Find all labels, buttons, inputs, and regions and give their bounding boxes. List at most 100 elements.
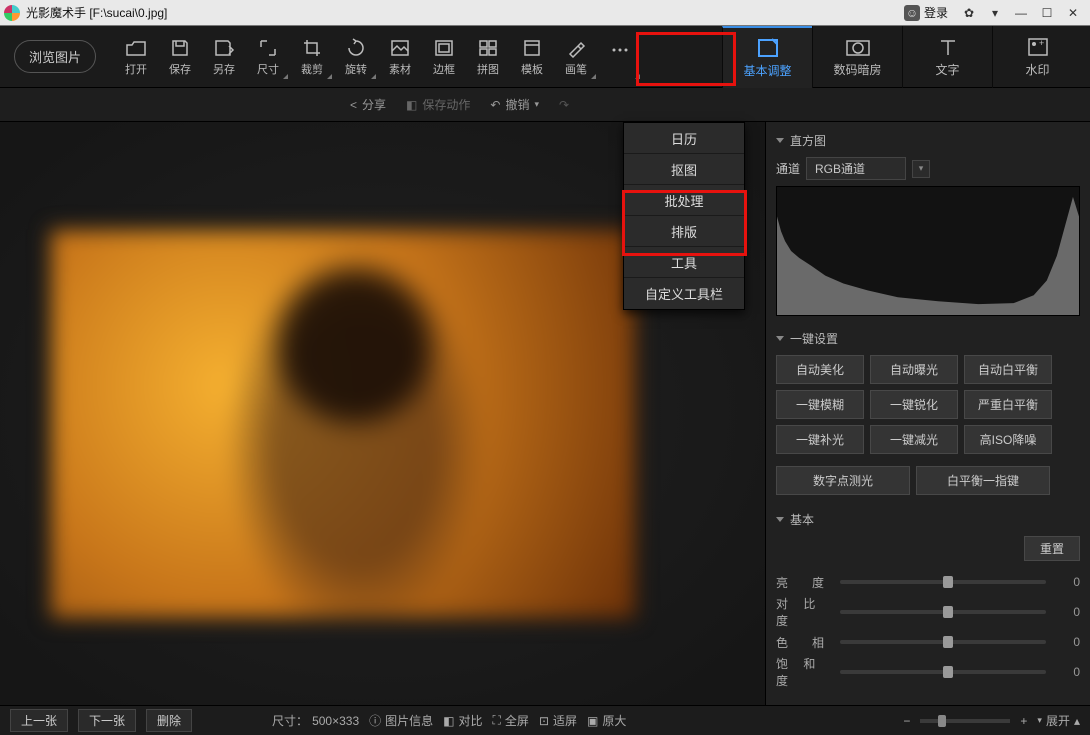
image-info-button[interactable]: ⓘ图片信息 (369, 712, 433, 729)
compare-icon: ◧ (443, 714, 454, 728)
chevron-up-icon: ▴ (1074, 714, 1080, 728)
fit-button[interactable]: ⊡适屏 (539, 712, 577, 729)
menu-batch[interactable]: 批处理 (624, 185, 744, 216)
expand-button[interactable]: ▾展开▴ (1037, 712, 1080, 729)
save-action-button[interactable]: ◧保存动作 (406, 96, 470, 113)
browse-button[interactable]: 浏览图片 (14, 40, 96, 73)
basic-header[interactable]: 基本 (776, 511, 1080, 528)
slider-thumb[interactable] (943, 576, 953, 588)
close-icon[interactable]: ✕ (1060, 3, 1086, 23)
btn-spot-meter[interactable]: 数字点测光 (776, 466, 910, 495)
slider-track[interactable] (840, 670, 1046, 674)
image-canvas[interactable] (50, 229, 636, 619)
tool-more[interactable]: ... (598, 29, 642, 85)
btn-auto-wb[interactable]: 自动白平衡 (964, 355, 1052, 384)
slider-thumb[interactable] (943, 666, 953, 678)
svg-text:+: + (1039, 38, 1044, 48)
slider-track[interactable] (840, 610, 1046, 614)
menu-layout[interactable]: 排版 (624, 216, 744, 247)
reset-button[interactable]: 重置 (1024, 536, 1080, 561)
login-label: 登录 (924, 4, 948, 21)
menu-calendar[interactable]: 日历 (624, 123, 744, 154)
btn-severe-wb[interactable]: 严重白平衡 (964, 390, 1052, 419)
tool-frame[interactable]: 边框 (422, 29, 466, 85)
slider-value: 0 (1056, 605, 1080, 619)
slider-thumb[interactable] (943, 636, 953, 648)
tool-brush[interactable]: 画笔 (554, 29, 598, 85)
share-button[interactable]: <分享 (350, 96, 386, 113)
zoom-out-button[interactable]: − (903, 714, 910, 728)
main-toolbar: 浏览图片 打开 保存 另存 尺寸 裁剪 旋转 素材 边框 拼图 模板 画笔 (0, 26, 1090, 88)
app-logo-icon (4, 5, 20, 21)
dropdown-icon[interactable]: ▾ (982, 3, 1008, 23)
btn-wb-onekey[interactable]: 白平衡一指键 (916, 466, 1050, 495)
settings-icon[interactable]: ✿ (956, 3, 982, 23)
zoom-slider[interactable] (920, 719, 1010, 723)
menu-tools[interactable]: 工具 (624, 247, 744, 278)
quickset-grid: 自动美化 自动曝光 自动白平衡 一键模糊 一键锐化 严重白平衡 一键补光 一键减… (776, 355, 1080, 454)
slider-thumb[interactable] (943, 606, 953, 618)
btn-oneclick-sharpen[interactable]: 一键锐化 (870, 390, 958, 419)
btn-reduce-light[interactable]: 一键减光 (870, 425, 958, 454)
tool-size[interactable]: 尺寸 (246, 29, 290, 85)
slider-0: 亮 度 0 (776, 567, 1080, 597)
channel-select[interactable]: RGB通道 (806, 157, 906, 180)
chevron-down-icon (776, 138, 784, 143)
original-size-button[interactable]: ▣原大 (587, 712, 626, 729)
slider-1: 对 比 度0 (776, 597, 1080, 627)
bottom-bar: 上一张 下一张 删除 尺寸：500×333 ⓘ图片信息 ◧对比 ⛶全屏 ⊡适屏 … (0, 705, 1090, 735)
tab-basic-adjust[interactable]: 基本调整 (722, 26, 812, 88)
minimize-icon[interactable]: — (1008, 3, 1034, 23)
share-icon: < (350, 98, 357, 112)
slider-value: 0 (1056, 575, 1080, 589)
btn-auto-exposure[interactable]: 自动曝光 (870, 355, 958, 384)
save-action-icon: ◧ (406, 98, 417, 112)
prev-button[interactable]: 上一张 (10, 709, 68, 732)
compare-button[interactable]: ◧对比 (443, 712, 482, 729)
btn-oneclick-blur[interactable]: 一键模糊 (776, 390, 864, 419)
tab-darkroom[interactable]: 数码暗房 (812, 26, 902, 88)
btn-auto-beauty[interactable]: 自动美化 (776, 355, 864, 384)
login-button[interactable]: ☺ 登录 (904, 4, 948, 21)
btn-high-iso[interactable]: 高ISO降噪 (964, 425, 1052, 454)
zoom-in-button[interactable]: + (1020, 714, 1027, 728)
delete-button[interactable]: 删除 (146, 709, 192, 732)
tool-open[interactable]: 打开 (114, 29, 158, 85)
sub-toolbar: <分享 ◧保存动作 ↶撤销▾ ↷ (0, 88, 1090, 122)
slider-track[interactable] (840, 640, 1046, 644)
btn-fill-light[interactable]: 一键补光 (776, 425, 864, 454)
adjust-icon (755, 36, 781, 60)
slider-label: 亮 度 (776, 574, 830, 591)
slider-3: 饱 和 度0 (776, 657, 1080, 687)
tool-rotate[interactable]: 旋转 (334, 29, 378, 85)
slider-value: 0 (1056, 665, 1080, 679)
tool-collage[interactable]: 拼图 (466, 29, 510, 85)
fullscreen-button[interactable]: ⛶全屏 (493, 712, 529, 729)
crop-icon (301, 37, 323, 59)
next-button[interactable]: 下一张 (78, 709, 136, 732)
tab-text[interactable]: 文字 (902, 26, 992, 88)
fullscreen-icon: ⛶ (493, 713, 501, 728)
chevron-down-icon: ▾ (919, 163, 924, 174)
tab-watermark[interactable]: + 水印 (992, 26, 1082, 88)
resize-icon (257, 37, 279, 59)
redo-button[interactable]: ↷ (559, 98, 569, 112)
quickset-header[interactable]: 一键设置 (776, 330, 1080, 347)
tool-crop[interactable]: 裁剪 (290, 29, 334, 85)
chevron-down-icon: ▾ (1037, 715, 1042, 726)
slider-track[interactable] (840, 580, 1046, 584)
text-icon (935, 35, 961, 59)
tool-saveas[interactable]: 另存 (202, 29, 246, 85)
tool-material[interactable]: 素材 (378, 29, 422, 85)
menu-cutout[interactable]: 抠图 (624, 154, 744, 185)
zoom-thumb[interactable] (938, 715, 946, 727)
slider-2: 色 相0 (776, 627, 1080, 657)
tool-save[interactable]: 保存 (158, 29, 202, 85)
histogram-header[interactable]: 直方图 (776, 132, 1080, 149)
maximize-icon[interactable]: ☐ (1034, 3, 1060, 23)
folder-open-icon (125, 37, 147, 59)
channel-dropdown-button[interactable]: ▾ (912, 160, 930, 178)
undo-button[interactable]: ↶撤销▾ (490, 96, 539, 113)
menu-customize[interactable]: 自定义工具栏 (624, 278, 744, 309)
tool-template[interactable]: 模板 (510, 29, 554, 85)
